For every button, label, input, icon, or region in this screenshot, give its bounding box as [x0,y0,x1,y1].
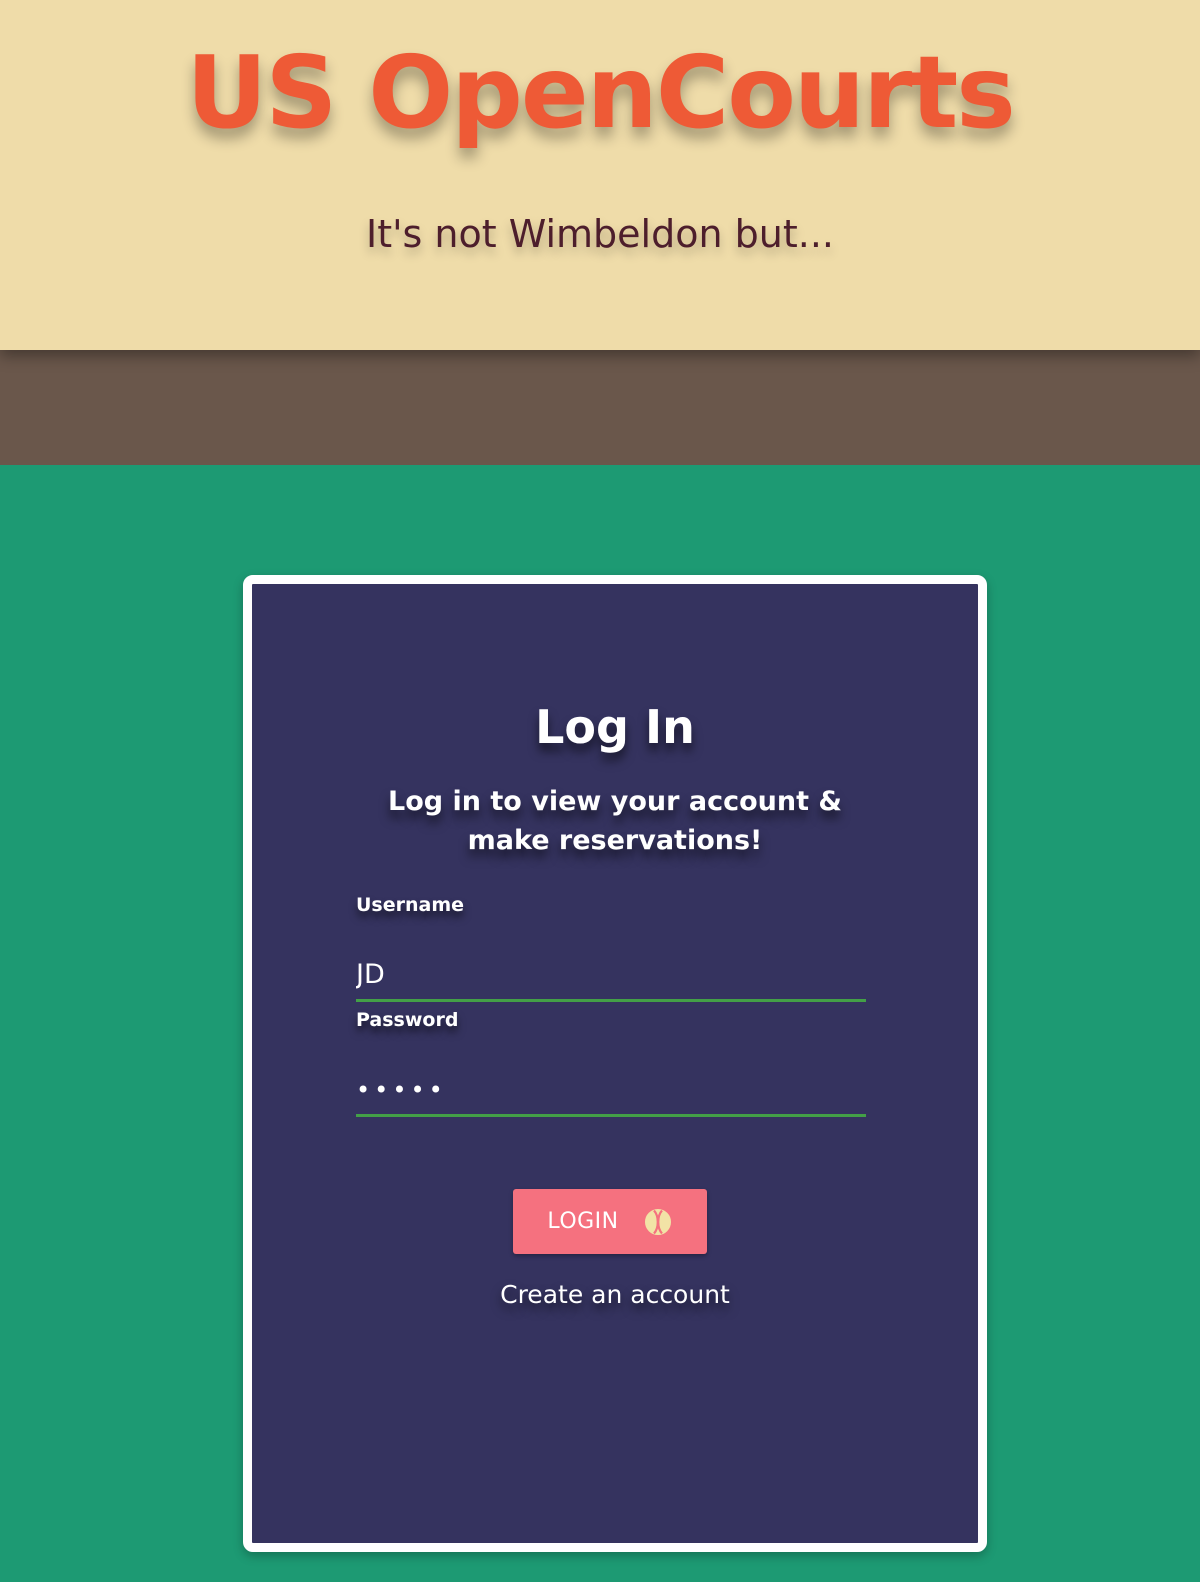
tennis-ball-icon [644,1208,671,1235]
site-header: US OpenCourts It's not Wimbeldon but... [0,0,1200,350]
login-card: Log In Log in to view your account & mak… [243,575,987,1552]
divider-band [0,350,1200,465]
login-button[interactable]: LOGIN [513,1189,707,1254]
login-subtitle: Log in to view your account & make reser… [388,786,842,856]
password-label: Password [356,1009,459,1031]
login-button-label: LOGIN [547,1209,619,1234]
username-label: Username [356,894,465,916]
create-account-link[interactable]: Create an account [252,1280,978,1309]
login-title: Log In [535,700,695,754]
site-title: US OpenCourts [186,34,1016,151]
site-tagline: It's not Wimbeldon but... [366,212,834,256]
username-input[interactable] [356,954,866,1002]
password-input[interactable] [356,1069,866,1117]
